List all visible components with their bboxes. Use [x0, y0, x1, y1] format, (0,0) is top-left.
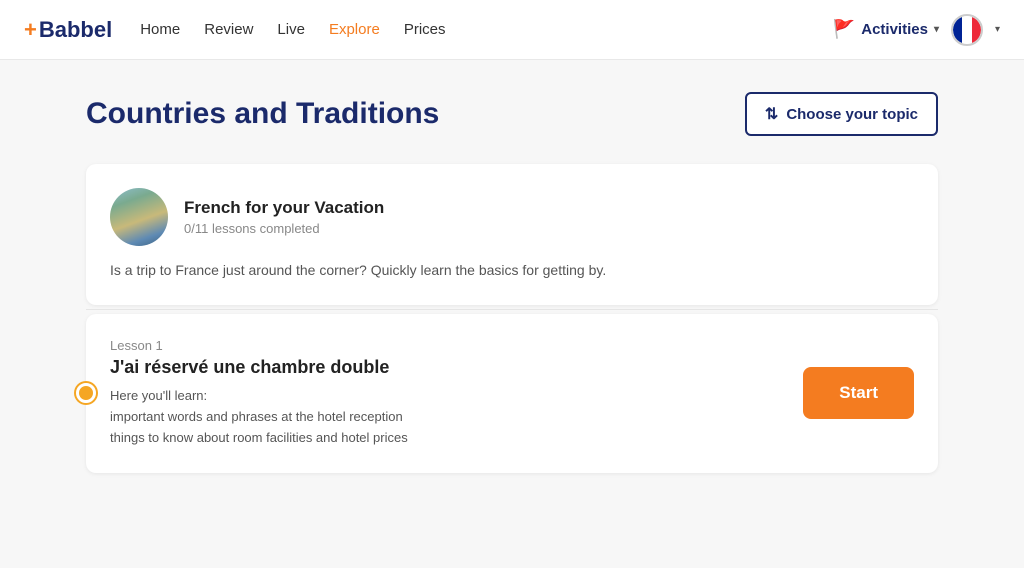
course-card: French for your Vacation 0/11 lessons co…: [86, 164, 938, 305]
activities-button[interactable]: 🚩 Activities ▾: [833, 19, 939, 40]
language-flag[interactable]: [951, 14, 983, 46]
lesson-section: Lesson 1 J'ai réservé une chambre double…: [86, 314, 938, 473]
sort-icon: ⇅: [765, 104, 778, 124]
page-header: Countries and Traditions ⇅ Choose your t…: [86, 92, 938, 136]
nav-review[interactable]: Review: [204, 21, 253, 38]
lesson-label: Lesson 1: [110, 338, 787, 353]
logo-text: Babbel: [39, 17, 112, 43]
lesson-point-1: important words and phrases at the hotel…: [110, 407, 787, 428]
divider: [86, 309, 938, 310]
main-content: Countries and Traditions ⇅ Choose your t…: [62, 60, 962, 505]
choose-topic-button[interactable]: ⇅ Choose your topic: [745, 92, 938, 136]
logo[interactable]: +Babbel: [24, 17, 112, 43]
activities-label: Activities: [861, 21, 928, 38]
french-flag-icon: [953, 16, 981, 44]
lesson-dot-icon: [76, 383, 96, 403]
course-progress: 0/11 lessons completed: [184, 221, 914, 236]
start-button[interactable]: Start: [803, 367, 914, 419]
lang-chevron-icon: ▾: [995, 24, 1000, 35]
logo-plus: +: [24, 17, 37, 43]
nav-prices[interactable]: Prices: [404, 21, 446, 38]
course-title: French for your Vacation: [184, 198, 914, 218]
course-description: Is a trip to France just around the corn…: [110, 260, 914, 281]
lesson-title: J'ai réservé une chambre double: [110, 357, 787, 378]
course-thumbnail: [110, 188, 168, 246]
nav-explore[interactable]: Explore: [329, 21, 380, 38]
choose-topic-label: Choose your topic: [786, 106, 918, 123]
navbar: +Babbel Home Review Live Explore Prices …: [0, 0, 1024, 60]
lesson-point-2: things to know about room facilities and…: [110, 428, 787, 449]
course-info: French for your Vacation 0/11 lessons co…: [184, 198, 914, 236]
course-thumbnail-image: [110, 188, 168, 246]
nav-right: 🚩 Activities ▾ ▾: [833, 14, 1000, 46]
nav-home[interactable]: Home: [140, 21, 180, 38]
lesson-points: important words and phrases at the hotel…: [110, 407, 787, 449]
activities-chevron-icon: ▾: [934, 24, 939, 35]
page-title: Countries and Traditions: [86, 97, 439, 131]
nav-links: Home Review Live Explore Prices: [140, 21, 805, 38]
course-header: French for your Vacation 0/11 lessons co…: [110, 188, 914, 246]
lesson-inner: Lesson 1 J'ai réservé une chambre double…: [110, 338, 914, 449]
lesson-content: Lesson 1 J'ai réservé une chambre double…: [110, 338, 787, 449]
activities-flag-icon: 🚩: [833, 19, 855, 40]
lesson-learn-label: Here you'll learn:: [110, 388, 787, 403]
nav-live[interactable]: Live: [277, 21, 305, 38]
